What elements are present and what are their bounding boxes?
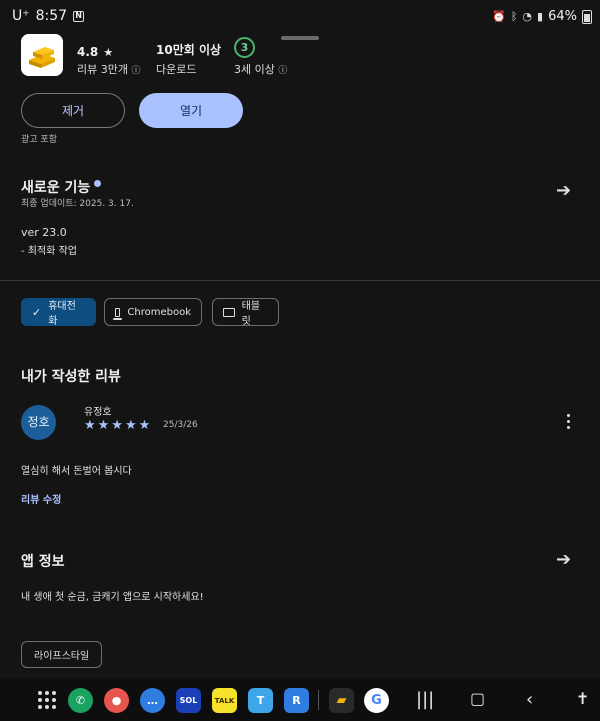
contains-ads-label: 광고 포함 [21,135,57,145]
signal-icon: ▮ [537,10,544,23]
accessibility-icon[interactable]: ✝ [576,689,589,708]
taskbar-separator [318,690,319,710]
downloads-value: 10만회 이상 [156,43,222,57]
sol-pay-app-icon[interactable]: SOL [176,688,201,713]
new-indicator-dot [94,180,101,187]
update-note: - 최적화 작업 [21,246,77,257]
app-info-title: 앱 정보 [21,554,65,570]
laptop-icon [112,307,123,320]
contacts-app-icon[interactable]: ● [104,688,129,713]
status-bar-left: U⁺ 8:57 N [12,8,85,24]
downloads-label: 다운로드 [156,63,197,76]
battery-percent: 64% [548,9,577,24]
google-app-icon[interactable]: G [364,688,389,713]
phone-app-icon[interactable]: ✆ [68,688,93,713]
star-icon: ★ [103,46,114,59]
divider [0,280,600,281]
review-date: 25/3/26 [163,420,198,430]
rating-block: 4.8 ★ [77,41,113,60]
rating-value: 4.8 [77,45,99,59]
last-updated: 최종 업데이트: 2025. 3. 17. [21,199,134,209]
gold-app-icon[interactable]: ▰ [329,688,354,713]
carrier-label: U⁺ [12,8,30,24]
more-options-icon[interactable] [565,414,571,429]
battery-icon [582,9,592,24]
age-rating[interactable]: 3세 이상 ⓘ [234,61,287,77]
chip-label: 태블릿 [241,301,260,327]
age-rating-badge: 3 [234,37,255,58]
info-icon: ⓘ [131,66,141,76]
edit-review-link[interactable]: 리뷰 수정 [21,491,61,506]
t-app-icon[interactable]: T [248,688,273,713]
app-logo [21,34,63,76]
reviews-label: 리뷰 3만개 [77,63,128,76]
messages-app-icon[interactable]: … [140,688,165,713]
notification-badge-icon: N [73,10,85,22]
r-app-icon[interactable]: R [284,688,309,713]
age-rating-label: 3세 이상 [234,63,275,76]
chip-phone[interactable]: ✓ 휴대전화 [21,298,96,327]
chip-chromebook[interactable]: Chromebook [104,298,202,326]
check-icon: ✓ [32,305,42,319]
tablet-icon [223,307,235,317]
review-text: 열심히 해서 돈벌어 봅시다 [21,466,132,477]
my-review-title: 내가 작성한 리뷰 [21,369,121,385]
version-text: ver 23.0 [21,226,67,239]
recents-icon[interactable]: ||| [416,689,434,710]
chip-tablet[interactable]: 태블릿 [212,298,279,327]
open-button[interactable]: 열기 [139,93,243,128]
app-info-arrow-icon[interactable]: ➔ [556,549,571,570]
avatar: 정호 [21,405,56,440]
chip-label: 휴대전화 [48,301,76,327]
wifi-icon: ◔ [522,10,533,23]
chip-label: Chromebook [127,306,191,318]
remove-button[interactable]: 제거 [21,93,125,128]
back-icon[interactable]: ‹ [526,689,533,710]
drag-handle[interactable] [281,36,319,40]
app-description: 내 생애 첫 순금, 금캐기 앱으로 시작하세요! [21,592,204,603]
reviews-count[interactable]: 리뷰 3만개 ⓘ [77,61,141,77]
gold-bars-icon [21,34,63,76]
review-author: 유정호 [84,407,112,418]
clock: 8:57 [35,8,68,24]
bluetooth-icon: ᛒ [510,10,518,23]
status-bar-right: ⏰ ᛒ ◔ ▮ 64% [492,9,592,24]
info-icon: ⓘ [278,66,288,76]
app-drawer-icon[interactable] [38,691,56,709]
alarm-icon: ⏰ [492,10,506,23]
kakaotalk-app-icon[interactable]: TALK [212,688,237,713]
whats-new-title: 새로운 기능 [21,180,91,196]
home-icon[interactable]: ▢ [470,689,485,708]
category-tag[interactable]: 라이프스타일 [21,641,103,668]
review-stars: ★★★★★ [84,418,153,433]
whats-new-arrow-icon[interactable]: ➔ [556,180,571,201]
